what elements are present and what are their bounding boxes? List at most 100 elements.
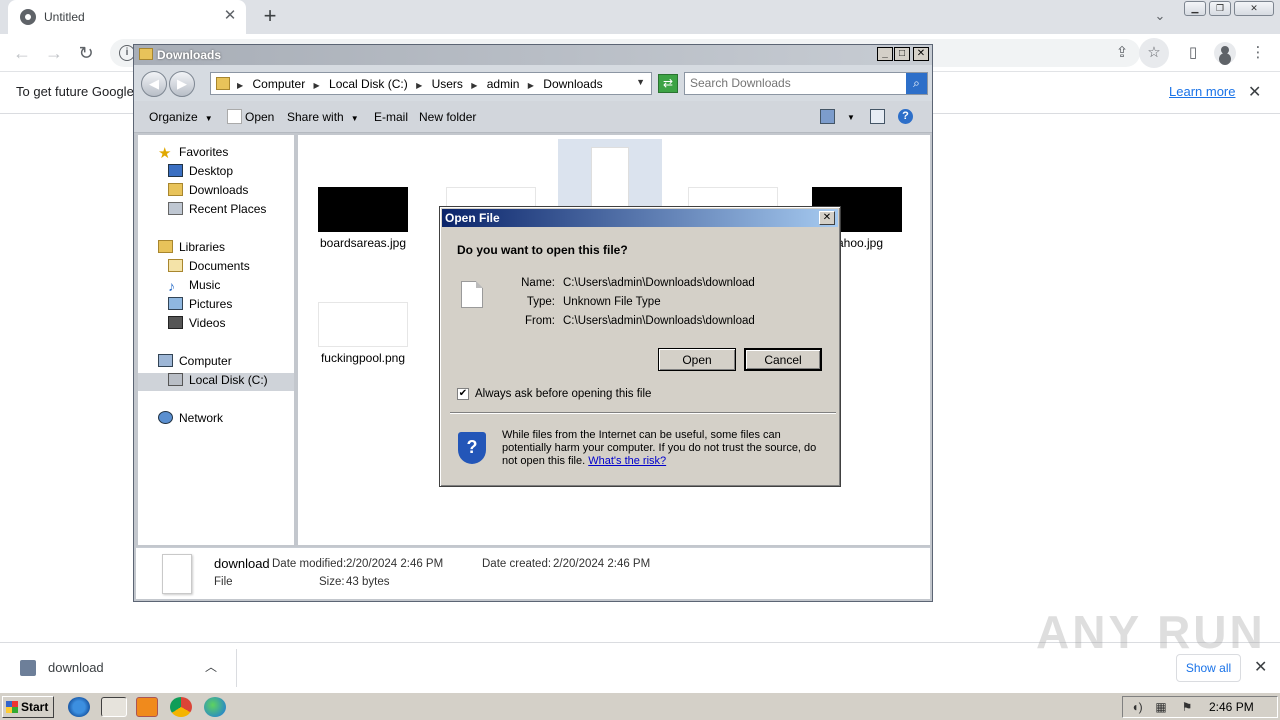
share-icon[interactable]: ⇪ — [1112, 43, 1132, 63]
clock[interactable]: 2:46 PM — [1209, 700, 1254, 714]
restore-button[interactable]: ❐ — [1209, 1, 1231, 16]
back-forward-buttons: ◀ ▶ — [141, 71, 197, 97]
nav-downloads[interactable]: Downloads — [168, 183, 248, 201]
explorer-back-button[interactable]: ◀ — [141, 71, 167, 97]
taskbar: Start ◖) ▦ ⚑ 2:46 PM — [0, 692, 1280, 720]
network-tray-icon[interactable]: ▦ — [1153, 700, 1169, 714]
tab-close-icon[interactable]: ✕ — [222, 8, 238, 24]
close-window-button[interactable]: ✕ — [1234, 1, 1274, 16]
dialog-close-button[interactable]: ✕ — [819, 211, 835, 225]
new-tab-button[interactable]: + — [258, 5, 282, 29]
side-panel-icon[interactable]: ▯ — [1183, 43, 1203, 63]
breadcrumb-local-disk[interactable]: Local Disk (C:) — [329, 77, 408, 91]
dialog-titlebar[interactable]: Open File ✕ — [442, 209, 838, 227]
explorer-forward-button[interactable]: ▶ — [169, 71, 195, 97]
preview-pane-icon[interactable] — [870, 109, 885, 124]
menu-dots-icon[interactable]: ⋮ — [1248, 43, 1268, 63]
nav-documents[interactable]: Documents — [168, 259, 250, 277]
infobar-text: To get future Google — [16, 84, 134, 99]
explorer-address-bar[interactable]: ▶ Computer ▶ Local Disk (C:) ▶ Users ▶ a… — [210, 72, 652, 95]
share-with-button[interactable]: Share with ▼ — [287, 110, 359, 124]
name-value: C:\Users\admin\Downloads\download — [563, 277, 755, 289]
email-button[interactable]: E-mail — [374, 110, 408, 124]
document-icon — [162, 554, 192, 594]
explorer-minimize-button[interactable]: _ — [877, 47, 893, 61]
whats-the-risk-link[interactable]: What's the risk? — [588, 455, 666, 467]
star-icon: ★ — [158, 145, 172, 162]
download-file-icon — [20, 660, 36, 676]
nav-favorites[interactable]: ★ Favorites — [158, 145, 228, 163]
folder-icon — [139, 48, 153, 60]
selected-file-item[interactable] — [558, 139, 662, 211]
breadcrumb-downloads[interactable]: Downloads — [543, 77, 602, 91]
file-item[interactable]: boardsareas.jpg — [308, 187, 418, 250]
always-ask-label: Always ask before opening this file — [475, 388, 652, 400]
open-button[interactable]: Open — [658, 348, 736, 371]
profile-avatar[interactable] — [1214, 42, 1236, 64]
reload-icon[interactable]: ↻ — [74, 41, 98, 65]
volume-icon[interactable]: ◖) — [1129, 700, 1145, 714]
nav-computer[interactable]: Computer — [158, 354, 232, 372]
download-item-name[interactable]: download — [48, 660, 104, 675]
nav-libraries[interactable]: Libraries — [158, 240, 225, 258]
edge-icon[interactable] — [204, 697, 226, 717]
learn-more-link[interactable]: Learn more — [1169, 84, 1235, 99]
nav-network[interactable]: Network — [158, 411, 223, 429]
new-folder-button[interactable]: New folder — [419, 110, 476, 124]
change-view-icon[interactable] — [820, 109, 835, 124]
details-modified: 2/20/2024 2:46 PM — [346, 558, 444, 570]
always-ask-checkbox[interactable]: ✔ — [457, 388, 469, 400]
shelf-divider — [236, 649, 237, 687]
computer-icon — [158, 354, 173, 367]
browser-tab[interactable]: Untitled ✕ — [8, 0, 246, 34]
media-player-icon[interactable] — [136, 697, 158, 717]
explorer-search-box[interactable]: ⌕ — [684, 72, 928, 95]
internet-explorer-icon[interactable] — [68, 697, 90, 717]
cancel-button[interactable]: Cancel — [744, 348, 822, 371]
breadcrumb-computer[interactable]: Computer — [253, 77, 306, 91]
open-command-button[interactable]: Open — [245, 110, 274, 124]
nav-desktop[interactable]: Desktop — [168, 164, 233, 182]
network-icon — [158, 411, 173, 424]
minimize-button[interactable]: ▁ — [1184, 1, 1206, 16]
explorer-maximize-button[interactable]: □ — [894, 47, 910, 61]
forward-arrow-icon[interactable]: → — [42, 41, 66, 65]
organize-button[interactable]: Organize ▼ — [149, 110, 213, 124]
infobar-close-icon[interactable]: ✕ — [1248, 82, 1261, 102]
view-dropdown-icon[interactable]: ▼ — [847, 113, 855, 122]
breadcrumb-users[interactable]: Users — [432, 77, 463, 91]
tab-search-chevron-icon[interactable]: ⌄ — [1150, 8, 1170, 26]
refresh-icon[interactable]: ⇄ — [658, 74, 678, 93]
explorer-close-button[interactable]: ✕ — [913, 47, 929, 61]
security-shield-icon: ? — [458, 432, 486, 464]
address-dropdown-icon[interactable]: ▼ — [636, 77, 645, 87]
dialog-title: Open File — [445, 211, 500, 225]
drive-icon — [168, 373, 183, 386]
flag-icon[interactable]: ⚑ — [1179, 700, 1195, 714]
system-tray: ◖) ▦ ⚑ 2:46 PM — [1122, 696, 1278, 718]
start-button[interactable]: Start — [2, 696, 54, 718]
file-icon — [461, 281, 483, 308]
bookmark-star-icon[interactable]: ☆ — [1139, 38, 1169, 68]
file-item[interactable]: fuckingpool.png — [308, 302, 418, 365]
breadcrumb-admin[interactable]: admin — [487, 77, 520, 91]
nav-recent-places[interactable]: Recent Places — [168, 202, 266, 220]
chevron-up-icon[interactable]: ︿ — [205, 658, 217, 675]
nav-music[interactable]: ♪ Music — [168, 278, 220, 296]
nav-videos[interactable]: Videos — [168, 316, 225, 334]
chrome-icon[interactable] — [170, 697, 192, 717]
explorer-title: Downloads — [157, 48, 222, 62]
nav-local-disk[interactable]: Local Disk (C:) — [138, 373, 294, 391]
back-arrow-icon[interactable]: ← — [10, 41, 34, 65]
folder-icon — [216, 77, 230, 90]
desktop-icon — [168, 164, 183, 177]
search-input[interactable] — [690, 76, 900, 90]
help-icon[interactable]: ? — [898, 109, 913, 124]
explorer-titlebar[interactable]: Downloads _ □ ✕ — [134, 45, 932, 65]
browser-tabstrip: Untitled ✕ + ⌄ ▁ ❐ ✕ — [0, 0, 1280, 34]
search-icon[interactable]: ⌕ — [906, 73, 927, 94]
nav-pictures[interactable]: Pictures — [168, 297, 232, 315]
shelf-close-icon[interactable]: ✕ — [1254, 657, 1267, 677]
explorer-taskbar-icon[interactable] — [101, 697, 127, 717]
recent-places-icon — [168, 202, 183, 215]
